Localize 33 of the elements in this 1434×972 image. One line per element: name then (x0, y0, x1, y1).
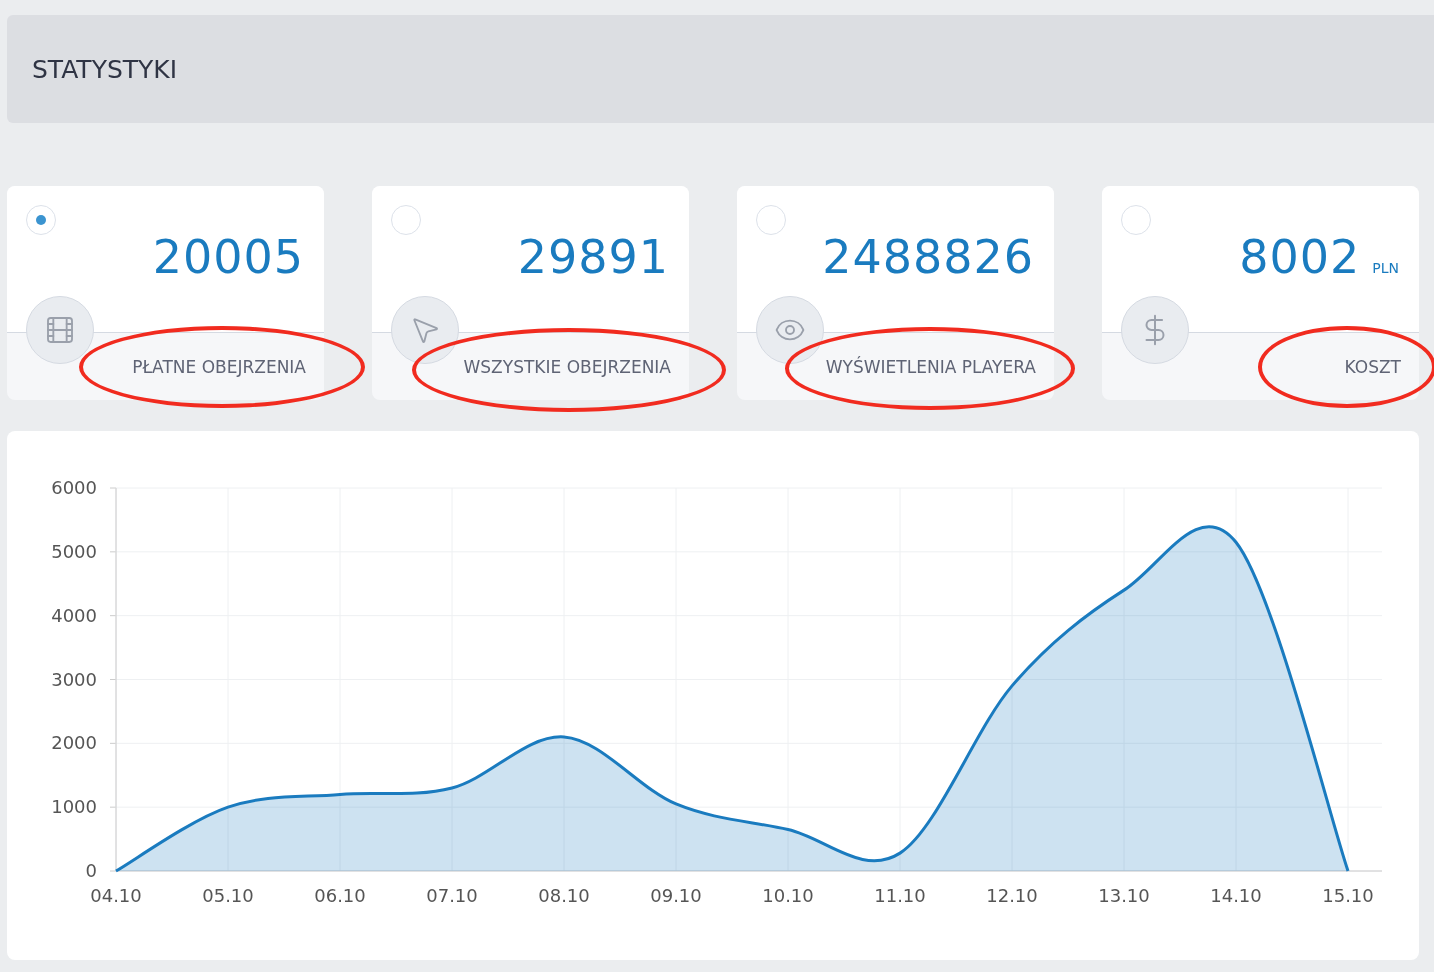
x-tick-label: 05.10 (202, 885, 254, 906)
stat-label: WSZYSTKIE OBEJRZENIA (463, 357, 671, 377)
x-tick-label: 11.10 (874, 885, 926, 906)
y-tick-label: 1000 (51, 796, 97, 818)
stat-value: 29891 (517, 230, 669, 284)
y-tick-label: 5000 (51, 540, 97, 562)
radio-button[interactable] (26, 205, 56, 235)
y-tick-label: 2000 (51, 732, 97, 754)
x-tick-label: 14.10 (1210, 885, 1262, 906)
x-tick-label: 07.10 (426, 885, 478, 906)
x-tick-label: 08.10 (538, 885, 590, 906)
y-tick-label: 3000 (51, 668, 97, 690)
radio-button[interactable] (756, 205, 786, 235)
x-tick-label: 06.10 (314, 885, 366, 906)
stat-label: WYŚWIETLENIA PLAYERA (825, 357, 1036, 377)
x-tick-label: 04.10 (90, 885, 142, 906)
stat-label: PŁATNE OBEJRZENIA (132, 357, 306, 377)
x-tick-label: 12.10 (986, 885, 1038, 906)
radio-button[interactable] (1121, 205, 1151, 235)
x-tick-label: 13.10 (1098, 885, 1150, 906)
y-tick-label: 6000 (51, 477, 97, 498)
stat-value: 2488826 (822, 230, 1034, 284)
stat-value: 20005 (152, 230, 304, 284)
stat-label: KOSZT (1344, 357, 1401, 377)
x-tick-label: 10.10 (762, 885, 814, 906)
unit-label: PLN (1372, 260, 1399, 276)
page-title: STATYSTYKI (32, 54, 178, 84)
radio-button[interactable] (391, 205, 421, 235)
y-tick-label: 4000 (51, 604, 97, 626)
y-tick-label: 0 (85, 860, 97, 881)
x-tick-label: 09.10 (650, 885, 702, 906)
stat-value: 8002 (1239, 230, 1361, 284)
x-tick-label: 15.10 (1322, 885, 1374, 906)
